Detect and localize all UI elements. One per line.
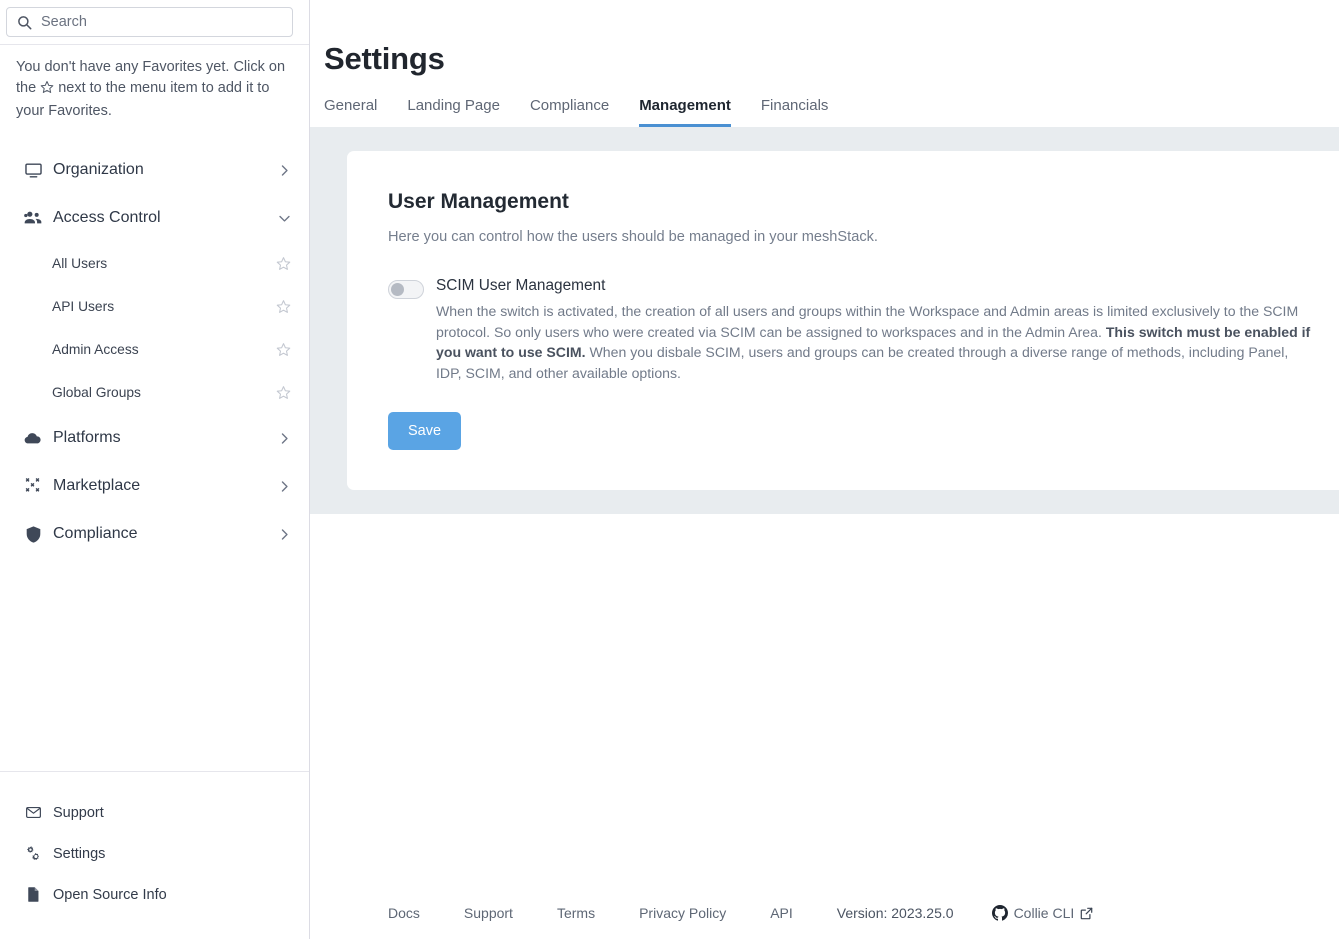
sidebar-item-platforms[interactable]: Platforms (0, 414, 309, 462)
sidebar-nav: Organization Access Control All Users (0, 136, 309, 771)
page-title: Settings (324, 40, 1339, 78)
search-input[interactable] (41, 14, 282, 30)
footer-collie-label: Collie CLI (1014, 905, 1075, 921)
sidebar-item-label: Compliance (53, 525, 278, 543)
star-outline-icon (40, 80, 54, 101)
sidebar-item-label: Settings (53, 846, 105, 862)
page-footer: Docs Support Terms Privacy Policy API Ve… (310, 905, 1339, 939)
gears-icon (22, 845, 44, 863)
sidebar-item-access-control[interactable]: Access Control (0, 194, 309, 242)
scim-setting-text: SCIM User Management When the switch is … (436, 276, 1331, 383)
search-icon (17, 15, 32, 30)
users-icon (22, 208, 44, 228)
page-header: Settings General Landing Page Compliance… (310, 0, 1339, 127)
favorites-empty-note: You don't have any Favorites yet. Click … (0, 45, 309, 136)
puzzle-icon (22, 476, 44, 496)
chevron-right-icon[interactable] (278, 432, 291, 445)
sidebar-item-label: Platforms (53, 429, 278, 447)
sidebar-subitem-label: All Users (52, 256, 276, 271)
sidebar-item-marketplace[interactable]: Marketplace (0, 462, 309, 510)
scim-setting-description: When the switch is activated, the creati… (436, 301, 1311, 383)
document-icon (22, 886, 44, 903)
sidebar-item-label: Support (53, 805, 104, 821)
main-content: Settings General Landing Page Compliance… (310, 0, 1339, 939)
tab-general[interactable]: General (324, 97, 377, 127)
sidebar-subitem-api-users[interactable]: API Users (0, 285, 309, 328)
search-box[interactable] (6, 7, 293, 37)
github-icon (992, 905, 1008, 921)
envelope-icon (22, 804, 44, 821)
sidebar-subitem-label: Global Groups (52, 385, 276, 400)
sidebar-subitem-label: Admin Access (52, 342, 276, 357)
user-management-card: User Management Here you can control how… (347, 151, 1339, 490)
chevron-right-icon[interactable] (278, 480, 291, 493)
star-outline-icon[interactable] (276, 299, 291, 314)
toggle-knob (391, 283, 404, 296)
sidebar-item-compliance[interactable]: Compliance (0, 510, 309, 558)
sidebar-item-label: Open Source Info (53, 887, 167, 903)
external-link-icon (1080, 907, 1093, 920)
sidebar-item-support[interactable]: Support (0, 792, 309, 833)
sidebar-subitem-global-groups[interactable]: Global Groups (0, 371, 309, 414)
card-subtitle: Here you can control how the users shoul… (388, 227, 1339, 247)
sidebar-item-label: Marketplace (53, 477, 278, 495)
sidebar-item-label: Organization (53, 161, 278, 179)
sidebar-item-label: Access Control (53, 209, 278, 227)
content-filler (310, 514, 1339, 905)
chevron-right-icon[interactable] (278, 528, 291, 541)
sidebar-item-organization[interactable]: Organization (0, 146, 309, 194)
cloud-icon (22, 428, 44, 448)
sidebar-item-settings[interactable]: Settings (0, 833, 309, 874)
star-outline-icon[interactable] (276, 256, 291, 271)
footer-version: Version: 2023.25.0 (837, 905, 954, 921)
sidebar-subitem-label: API Users (52, 299, 276, 314)
monitor-icon (22, 161, 44, 180)
tab-landing-page[interactable]: Landing Page (407, 97, 500, 127)
sidebar-footer-nav: Support Settings Open Source Info (0, 771, 309, 939)
sidebar: You don't have any Favorites yet. Click … (0, 0, 310, 939)
card-title: User Management (388, 189, 1339, 215)
star-outline-icon[interactable] (276, 342, 291, 357)
save-button[interactable]: Save (388, 412, 461, 450)
scim-toggle[interactable] (388, 280, 424, 299)
content-background-band: User Management Here you can control how… (310, 127, 1339, 514)
footer-link-privacy-policy[interactable]: Privacy Policy (639, 905, 726, 921)
scim-setting-row: SCIM User Management When the switch is … (388, 276, 1339, 383)
shield-icon (22, 525, 44, 544)
sidebar-subitem-admin-access[interactable]: Admin Access (0, 328, 309, 371)
tab-compliance[interactable]: Compliance (530, 97, 609, 127)
scim-setting-label: SCIM User Management (436, 276, 1311, 296)
tab-financials[interactable]: Financials (761, 97, 829, 127)
chevron-down-icon[interactable] (278, 212, 291, 225)
star-outline-icon[interactable] (276, 385, 291, 400)
settings-tabs: General Landing Page Compliance Manageme… (324, 92, 1339, 127)
footer-link-support[interactable]: Support (464, 905, 513, 921)
tab-management[interactable]: Management (639, 97, 731, 127)
app-root: You don't have any Favorites yet. Click … (0, 0, 1339, 939)
sidebar-subitem-all-users[interactable]: All Users (0, 242, 309, 285)
footer-link-docs[interactable]: Docs (388, 905, 420, 921)
footer-link-api[interactable]: API (770, 905, 793, 921)
footer-collie-cli-link[interactable]: Collie CLI (992, 905, 1094, 921)
chevron-right-icon[interactable] (278, 164, 291, 177)
sidebar-item-open-source-info[interactable]: Open Source Info (0, 874, 309, 915)
footer-link-terms[interactable]: Terms (557, 905, 595, 921)
sidebar-search-area (0, 0, 309, 44)
